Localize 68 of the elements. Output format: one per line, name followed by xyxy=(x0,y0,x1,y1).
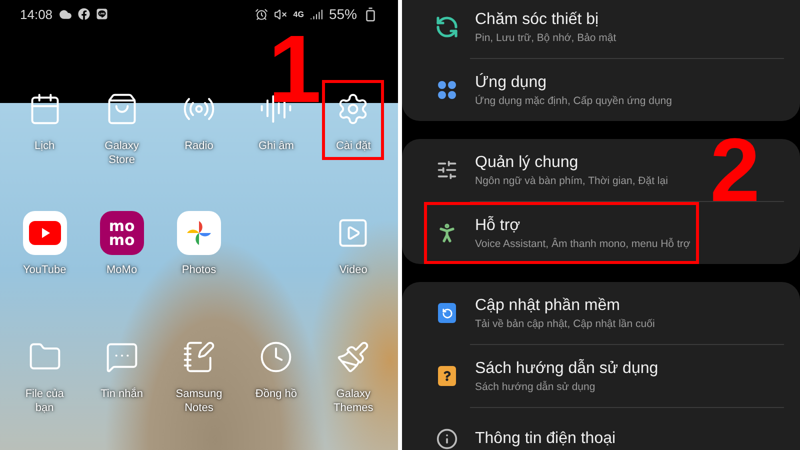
app-shortcut[interactable]: File của bạn xyxy=(6,328,84,422)
battery-icon xyxy=(363,6,378,22)
item-title: Thông tin điện thoại xyxy=(475,430,616,448)
app-shortcut[interactable]: Tin nhắn xyxy=(90,328,153,408)
settings-item[interactable]: Hỗ trợ Voice Assistant, Âm thanh mono, menu Hỗ trợ xyxy=(424,202,700,264)
clock-time: 14:08 xyxy=(20,6,53,22)
settings-item[interactable]: Cập nhật phần mềm Tải về bản cập nhật, Cập nhật lần cuối xyxy=(424,282,664,344)
app-shortcut[interactable]: YouTube xyxy=(14,204,76,284)
item-title: Hỗ trợ xyxy=(475,216,522,234)
app-shortcut[interactable]: Cài đặt xyxy=(322,80,384,160)
settings-item[interactable]: Thông tin điện thoại xyxy=(424,408,625,450)
chat-app-icon xyxy=(96,8,108,20)
app-label: Ghi âm xyxy=(258,139,294,153)
help-book-icon xyxy=(438,366,456,386)
alarm-icon xyxy=(255,8,268,20)
network-type: 4G xyxy=(293,10,304,18)
app-label: YouTube xyxy=(22,263,66,277)
signal-icon xyxy=(310,8,323,20)
settings-item[interactable]: Quản lý chung Ngôn ngữ và bàn phím, Thời gian, Đặt lại xyxy=(424,139,677,201)
item-title: Cập nhật phần mềm xyxy=(475,296,621,314)
item-subtitle: Ngôn ngữ và bàn phím, Thời gian, Đặt lại xyxy=(475,174,668,186)
item-title: Quản lý chung xyxy=(475,154,580,172)
app-shortcut[interactable]: mo mo MoMo xyxy=(90,204,153,284)
four-dots-icon xyxy=(437,80,457,100)
item-subtitle: Voice Assistant, Âm thanh mono, menu Hỗ trợ xyxy=(475,238,690,250)
cloud-icon xyxy=(58,8,72,20)
app-shortcut[interactable]: Samsung Notes xyxy=(160,328,238,422)
step-number: 2 xyxy=(710,138,760,206)
app-label: Cài đặt xyxy=(336,139,371,153)
settings-item[interactable]: Sách hướng dẫn sử dụng Sách hướng dẫn sử dụng xyxy=(424,345,668,407)
app-label: Galaxy Store xyxy=(104,139,140,167)
refresh-icon xyxy=(435,15,459,39)
app-shortcut[interactable]: Galaxy Store xyxy=(83,80,160,174)
app-shortcut[interactable]: Galaxy Themes xyxy=(314,328,392,422)
app-shortcut[interactable]: Lịch xyxy=(14,80,76,160)
app-label: Samsung Notes xyxy=(174,387,224,415)
app-shortcut[interactable]: Video xyxy=(322,204,384,284)
item-subtitle: Ứng dụng mặc định, Cấp quyền ứng dụng xyxy=(475,94,672,106)
app-label: MoMo xyxy=(106,263,138,277)
item-subtitle: Sách hướng dẫn sử dụng xyxy=(475,380,596,392)
app-label: Radio xyxy=(184,139,214,153)
item-title: Ứng dụng xyxy=(475,74,548,92)
settings-item[interactable]: Ứng dụng Ứng dụng mặc định, Cấp quyền ứng dụng xyxy=(424,59,681,121)
app-label: Video xyxy=(339,263,368,277)
app-shortcut[interactable]: Đồng hồ xyxy=(245,328,308,408)
item-title: Chăm sóc thiết bị xyxy=(475,10,600,28)
app-label: Lịch xyxy=(34,139,55,153)
facebook-icon xyxy=(78,8,90,20)
app-shortcut[interactable]: Radio xyxy=(168,80,230,160)
item-subtitle: Pin, Lưu trữ, Bộ nhớ, Bảo mật xyxy=(475,32,616,44)
app-label: Galaxy Themes xyxy=(332,387,374,415)
momo-logo: mo mo xyxy=(100,211,144,255)
app-shortcut[interactable]: Photos xyxy=(168,204,230,284)
app-label: File của bạn xyxy=(24,387,65,415)
app-label: Photos xyxy=(182,263,216,277)
app-label: Đồng hồ xyxy=(255,387,297,401)
play-logo-icon xyxy=(22,211,67,255)
item-subtitle: Tải về bản cập nhật, Cập nhật lần cuối xyxy=(475,318,655,330)
item-title: Sách hướng dẫn sử dụng xyxy=(475,360,658,378)
battery-percent: 55% xyxy=(328,6,357,22)
info-icon xyxy=(436,428,458,450)
settings-item[interactable]: Chăm sóc thiết bị Pin, Lưu trữ, Bộ nhớ, Bảo mật xyxy=(424,0,626,58)
update-icon xyxy=(438,303,456,323)
step-number: 1 xyxy=(268,34,322,106)
sliders-icon xyxy=(436,159,458,181)
pinwheel-icon xyxy=(176,211,221,255)
mute-icon xyxy=(274,8,288,20)
app-label: Tin nhắn xyxy=(100,387,143,401)
